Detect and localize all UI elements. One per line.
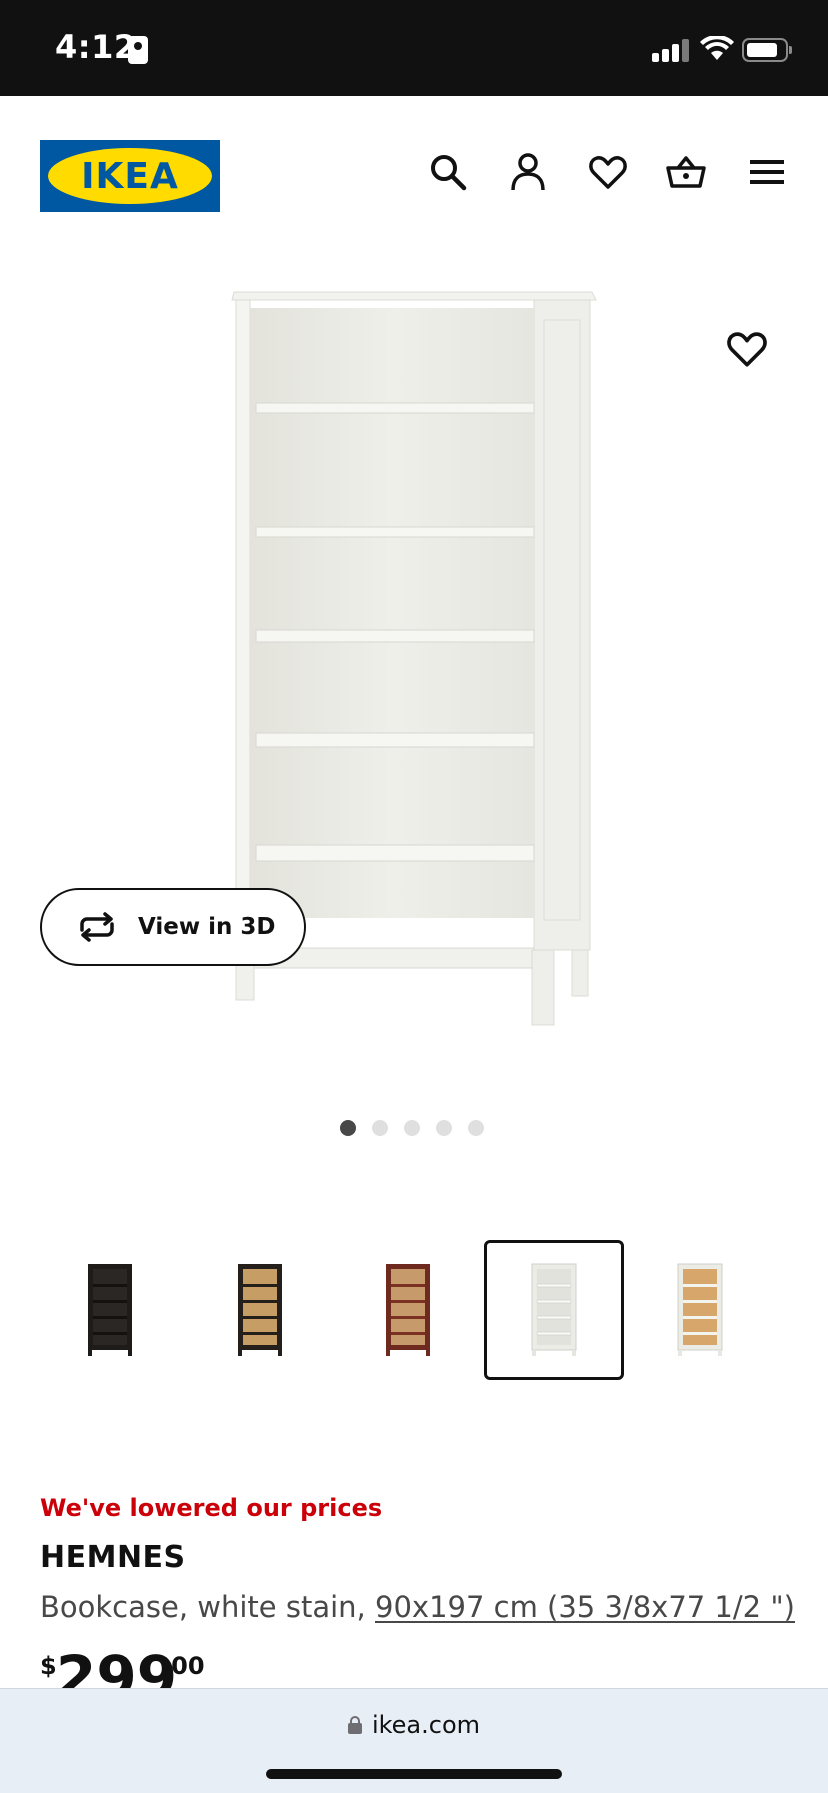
gallery-dot[interactable] <box>340 1120 356 1136</box>
price-integer: 299 <box>56 1643 178 1688</box>
add-to-favourites-icon[interactable] <box>726 328 768 370</box>
product-type: Bookcase, white stain, <box>40 1590 375 1624</box>
variant-thumbnail-red-brown[interactable] <box>338 1240 478 1380</box>
cellular-signal-icon <box>652 38 692 62</box>
price-decimal: .00 <box>162 1652 205 1680</box>
browser-address-bar[interactable]: ikea.com <box>0 1688 828 1793</box>
battery-icon <box>742 38 792 62</box>
variant-thumbnail-white-stain-light-brown[interactable] <box>630 1240 770 1380</box>
view-in-3d-label: View in 3D <box>138 914 276 940</box>
gallery-dot[interactable] <box>372 1120 388 1136</box>
heart-icon[interactable] <box>588 152 628 192</box>
variant-thumbnail-black-brown-light-brown[interactable] <box>190 1240 330 1380</box>
color-variant-thumbnails <box>40 1240 788 1380</box>
product-description: Bookcase, white stain, 90x197 cm (35 3/8… <box>40 1590 795 1624</box>
price-promo-label: We've lowered our prices <box>40 1494 383 1522</box>
product-price: $ 299 .00 <box>40 1640 340 1688</box>
url-text[interactable]: ikea.com <box>372 1711 480 1739</box>
menu-icon[interactable] <box>748 152 788 192</box>
rotate-3d-icon <box>80 912 114 942</box>
wifi-icon <box>700 36 734 60</box>
variant-thumbnail-white-stain[interactable] <box>484 1240 624 1380</box>
lock-icon <box>347 1716 362 1734</box>
product-name: HEMNES <box>40 1540 186 1575</box>
contact-card-icon <box>128 36 148 64</box>
logo-text: IKEA <box>81 155 179 197</box>
view-in-3d-button[interactable]: View in 3D <box>40 888 306 966</box>
product-image[interactable] <box>0 270 828 1110</box>
search-icon[interactable] <box>428 152 468 192</box>
gallery-pagination <box>340 1120 484 1136</box>
variant-thumbnail-black-brown[interactable] <box>40 1240 180 1380</box>
product-dimensions-link[interactable]: 90x197 cm (35 3/8x77 1/2 ") <box>375 1590 795 1624</box>
status-bar: 4:12 <box>0 0 828 96</box>
basket-icon[interactable] <box>666 152 706 192</box>
status-time: 4:12 <box>55 28 137 66</box>
price-currency: $ <box>40 1652 57 1680</box>
site-header: IKEA <box>0 96 828 256</box>
ikea-logo[interactable]: IKEA <box>40 140 220 212</box>
gallery-dot[interactable] <box>468 1120 484 1136</box>
account-icon[interactable] <box>508 152 548 192</box>
home-indicator[interactable] <box>266 1769 562 1779</box>
gallery-dot[interactable] <box>436 1120 452 1136</box>
gallery-dot[interactable] <box>404 1120 420 1136</box>
